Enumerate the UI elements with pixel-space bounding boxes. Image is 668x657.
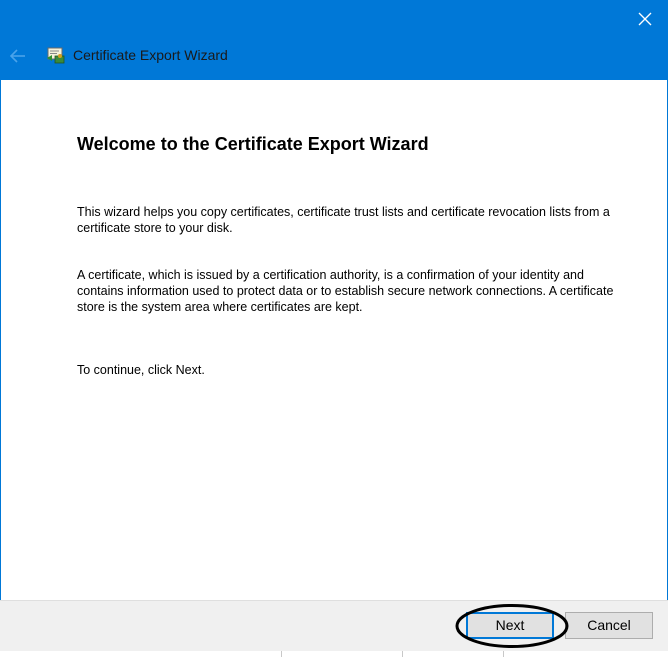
continue-instruction: To continue, click Next. [77,363,205,377]
wizard-title: Certificate Export Wizard [73,47,228,63]
next-button[interactable]: Next [466,612,554,639]
window-border-left [0,80,1,600]
certificate-export-wizard-window: Certificate Export Wizard Welcome to the… [0,0,668,657]
page-heading: Welcome to the Certificate Export Wizard [77,134,429,154]
close-button[interactable] [622,0,668,38]
certificate-description-paragraph: A certificate, which is issued by a cert… [77,268,614,314]
certificate-icon [46,45,66,65]
close-icon [638,12,652,26]
back-arrow-icon [9,49,25,63]
title-bar: Certificate Export Wizard [0,0,668,80]
taskbar-strip [0,651,668,657]
cancel-button[interactable]: Cancel [565,612,653,639]
back-button[interactable] [6,44,30,68]
intro-paragraph: This wizard helps you copy certificates,… [77,205,610,235]
